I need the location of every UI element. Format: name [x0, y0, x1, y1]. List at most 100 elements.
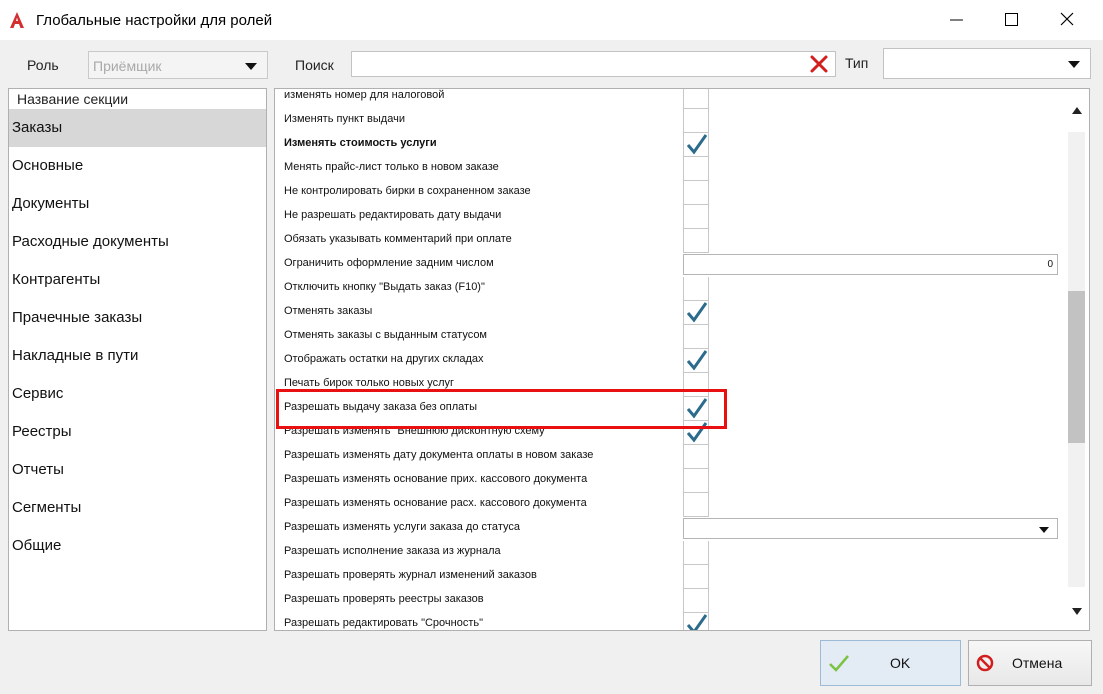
setting-label: Отображать остатки на других складах	[284, 353, 484, 365]
section-item[interactable]: Общие	[9, 527, 266, 565]
setting-label: Отменять заказы	[284, 305, 373, 317]
section-item[interactable]: Заказы	[9, 109, 266, 147]
maximize-button[interactable]	[984, 0, 1038, 40]
setting-checkbox[interactable]	[683, 565, 709, 589]
ok-check-icon	[829, 655, 849, 672]
setting-label: Разрешать изменять дату документа оплаты…	[284, 449, 594, 461]
setting-number-input[interactable]: 0	[683, 254, 1058, 275]
setting-label: Отключить кнопку "Выдать заказ (F10)"	[284, 281, 485, 293]
maximize-icon	[1005, 13, 1018, 26]
setting-row: Не контролировать бирки в сохраненном за…	[275, 181, 1065, 205]
setting-label: Разрешать изменять основание прих. кассо…	[284, 473, 588, 485]
sections-panel: Название секции Заказы Основные Документы Р…	[8, 88, 267, 631]
section-item[interactable]: Расходные документы	[9, 223, 266, 261]
setting-row: изменять номер для налоговой	[275, 89, 1065, 109]
role-label: Роль	[27, 57, 59, 73]
setting-row: Отключить кнопку "Выдать заказ (F10)"	[275, 277, 1065, 301]
setting-select[interactable]	[683, 518, 1058, 539]
section-item[interactable]: Основные	[9, 147, 266, 185]
checkmark-icon	[686, 614, 708, 630]
setting-label: Разрешать изменять услуги заказа до стат…	[284, 521, 520, 533]
minimize-button[interactable]	[930, 0, 984, 40]
setting-row: Не разрешать редактировать дату выдачи	[275, 205, 1065, 229]
setting-row: Менять прайс-лист только в новом заказе	[275, 157, 1065, 181]
setting-row: Разрешать изменять дату документа оплаты…	[275, 445, 1065, 469]
checkmark-icon	[686, 422, 708, 443]
type-select[interactable]	[883, 48, 1091, 79]
title-bar: Глобальные настройки для ролей	[0, 0, 1103, 40]
scroll-down-arrow-icon[interactable]	[1072, 608, 1082, 615]
section-item[interactable]: Прачечные заказы	[9, 299, 266, 337]
setting-label: Разрешать выдачу заказа без оплаты	[284, 401, 477, 413]
checkmark-icon	[686, 350, 708, 371]
setting-checkbox[interactable]	[683, 541, 709, 565]
setting-row: Печать бирок только новых услуг	[275, 373, 1065, 397]
setting-label: изменять номер для налоговой	[284, 89, 445, 101]
setting-number-value: 0	[1047, 259, 1053, 270]
setting-checkbox[interactable]	[683, 397, 709, 421]
setting-row: Изменять пункт выдачи	[275, 109, 1065, 133]
setting-checkbox[interactable]	[683, 181, 709, 205]
search-label: Поиск	[295, 57, 334, 73]
close-button[interactable]	[1040, 0, 1094, 40]
setting-checkbox[interactable]	[683, 229, 709, 253]
settings-panel: изменять номер для налоговой Изменять пун…	[274, 88, 1090, 631]
setting-checkbox[interactable]	[683, 469, 709, 493]
section-item[interactable]: Контрагенты	[9, 261, 266, 299]
chevron-down-icon	[1068, 61, 1080, 68]
sections-header: Название секции	[17, 91, 129, 107]
setting-checkbox[interactable]	[683, 109, 709, 133]
section-item[interactable]: Реестры	[9, 413, 266, 451]
setting-row: Разрешать проверять журнал изменений зак…	[275, 565, 1065, 589]
cancel-label: Отмена	[1012, 655, 1063, 671]
chevron-down-icon	[245, 63, 257, 70]
cancel-forbidden-icon	[976, 654, 994, 672]
setting-checkbox[interactable]	[683, 301, 709, 325]
setting-checkbox[interactable]	[683, 373, 709, 397]
vertical-scrollbar[interactable]	[1066, 89, 1089, 630]
cancel-button[interactable]: Отмена	[968, 640, 1092, 686]
ok-button[interactable]: OK	[820, 640, 961, 686]
section-item[interactable]: Сервис	[9, 375, 266, 413]
section-item[interactable]: Отчеты	[9, 451, 266, 489]
setting-checkbox[interactable]	[683, 589, 709, 613]
section-item[interactable]: Документы	[9, 185, 266, 223]
setting-label: Разрешать редактировать "Срочность"	[284, 617, 484, 629]
setting-label: Разрешать проверять реестры заказов	[284, 593, 484, 605]
close-icon	[1060, 12, 1074, 26]
setting-label: Печать бирок только новых услуг	[284, 377, 454, 389]
window-title: Глобальные настройки для ролей	[36, 12, 273, 29]
setting-checkbox[interactable]	[683, 325, 709, 349]
setting-label: Менять прайс-лист только в новом заказе	[284, 161, 499, 173]
checkmark-icon	[686, 134, 708, 155]
setting-row: Разрешать проверять реестры заказов	[275, 589, 1065, 613]
setting-checkbox[interactable]	[683, 89, 709, 109]
setting-checkbox[interactable]	[683, 277, 709, 301]
setting-checkbox[interactable]	[683, 421, 709, 445]
clear-x-icon[interactable]	[808, 53, 830, 75]
setting-checkbox[interactable]	[683, 349, 709, 373]
role-select[interactable]: Приёмщик	[88, 51, 268, 79]
setting-checkbox[interactable]	[683, 157, 709, 181]
ok-label: OK	[890, 655, 911, 671]
setting-checkbox[interactable]	[683, 613, 709, 630]
setting-checkbox[interactable]	[683, 205, 709, 229]
setting-row: Отменять заказы с выданным статусом	[275, 325, 1065, 349]
search-input[interactable]	[351, 51, 836, 77]
type-label: Тип	[845, 55, 869, 71]
setting-label: Не разрешать редактировать дату выдачи	[284, 209, 502, 221]
minimize-icon	[950, 19, 963, 21]
setting-label: Разрешать исполнение заказа из журнала	[284, 545, 501, 557]
section-item[interactable]: Сегменты	[9, 489, 266, 527]
setting-checkbox[interactable]	[683, 493, 709, 517]
setting-label: Разрешать проверять журнал изменений зак…	[284, 569, 537, 581]
setting-label: Изменять стоимость услуги	[284, 137, 437, 149]
setting-label: Отменять заказы с выданным статусом	[284, 329, 487, 341]
setting-checkbox[interactable]	[683, 133, 709, 157]
section-item[interactable]: Накладные в пути	[9, 337, 266, 375]
scroll-up-arrow-icon[interactable]	[1072, 107, 1082, 114]
setting-row: Отменять заказы	[275, 301, 1065, 325]
setting-row: Разрешать исполнение заказа из журнала	[275, 541, 1065, 565]
scroll-thumb[interactable]	[1068, 291, 1085, 443]
setting-checkbox[interactable]	[683, 445, 709, 469]
